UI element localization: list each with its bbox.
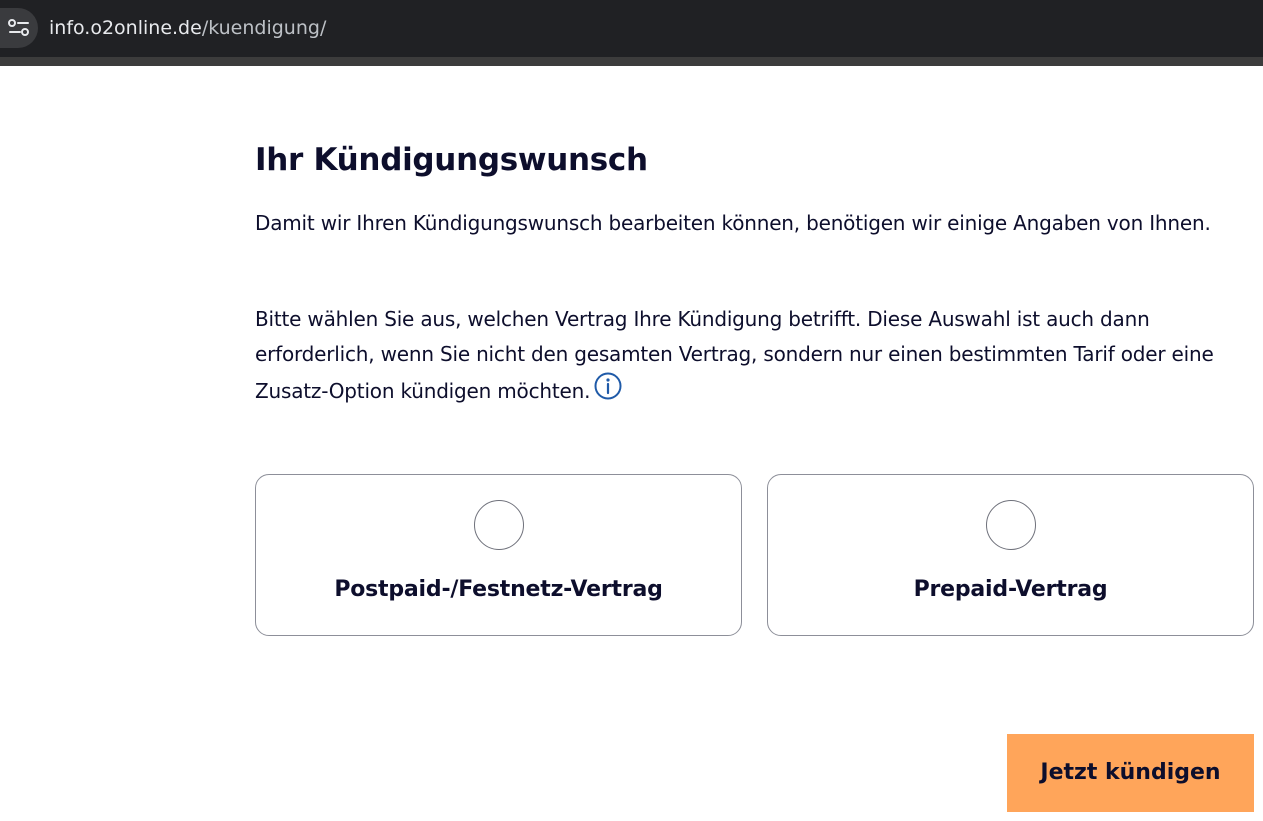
contract-option-prepaid[interactable]: Prepaid-Vertrag [767,474,1254,636]
intro-text: Damit wir Ihren Kündigungswunsch bearbei… [255,211,1211,235]
prepaid-radio[interactable] [985,500,1036,550]
url-path: /kuendigung/ [201,17,327,39]
postpaid-label: Postpaid-/Festnetz-Vertrag [334,577,663,602]
contract-option-postpaid[interactable]: Postpaid-/Festnetz-Vertrag [255,474,742,636]
cancel-now-button[interactable]: Jetzt kündigen [1007,734,1254,812]
info-icon[interactable] [594,372,622,411]
tune-icon [8,19,29,36]
prepaid-label: Prepaid-Vertrag [913,577,1108,602]
site-controls-button[interactable] [0,8,38,48]
postpaid-radio[interactable] [473,500,524,550]
main-content: Ihr Kündigungswunsch Damit wir Ihren Kün… [255,138,1263,403]
url-field[interactable]: info.o2online.de/kuendigung/ [49,15,326,41]
page-title: Ihr Kündigungswunsch [255,142,648,178]
url-host: info.o2online.de [49,17,202,39]
browser-address-bar: info.o2online.de/kuendigung/ [0,0,1263,66]
instruction-paragraph: Bitte wählen Sie aus, welchen Vertrag Ih… [255,302,1255,411]
instruction-text: Bitte wählen Sie aus, welchen Vertrag Ih… [255,307,1214,403]
